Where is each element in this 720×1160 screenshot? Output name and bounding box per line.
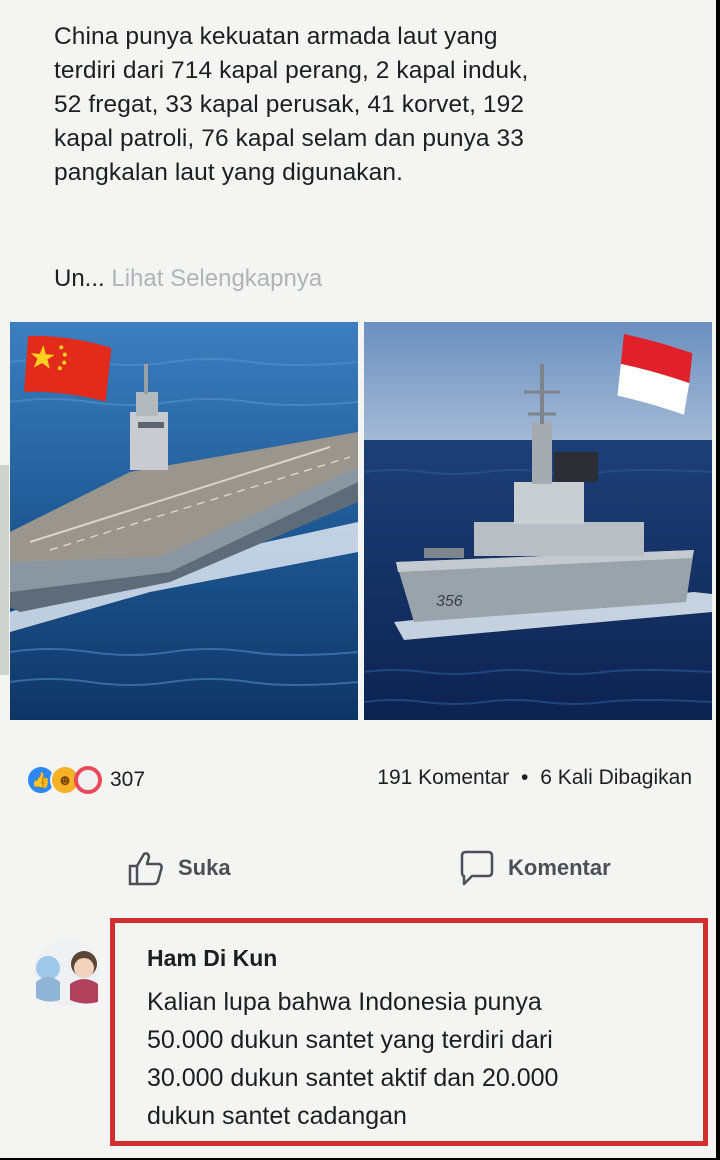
thumbs-up-icon — [128, 852, 163, 886]
speech-bubble-icon — [460, 850, 494, 886]
like-label: Suka — [178, 855, 231, 880]
comment-text-line: 30.000 dukun santet aktif dan 20.000 — [147, 1064, 559, 1092]
truncated-text: Un... — [54, 265, 105, 292]
post-text-line: kapal patroli, 76 kapal selam dan punya … — [54, 125, 525, 152]
photo-frigate[interactable]: 356 — [364, 322, 712, 720]
post-text-line: pangkalan laut yang digunakan. — [54, 159, 404, 186]
comment-button[interactable]: Komentar — [456, 846, 611, 890]
post-text-line: China punya kekuatan armada laut yang — [54, 23, 498, 50]
comment-text-line: 50.000 dukun santet yang terdiri dari — [147, 1026, 553, 1054]
like-button[interactable]: Suka — [126, 846, 231, 890]
separator-dot: • — [521, 766, 529, 789]
frigate-image: 356 — [364, 322, 712, 720]
comment-text: Kalian lupa bahwa Indonesia punya 50.000… — [147, 983, 687, 1135]
share-count-link[interactable]: 6 Kali Dibagikan — [540, 766, 692, 789]
post-text-line: 52 fregat, 33 kapal perusak, 41 korvet, … — [54, 91, 525, 118]
facebook-post-screen: China punya kekuatan armada laut yang te… — [0, 0, 716, 1158]
reaction-count: 307 — [110, 768, 146, 791]
comment-count-link[interactable]: 191 Komentar — [377, 766, 509, 789]
reactions-summary[interactable]: 👍 ☻ 307 — [26, 764, 145, 796]
comment-text-line: dukun santet cadangan — [147, 1102, 407, 1130]
post-text-line: terdiri dari 714 kapal perang, 2 kapal i… — [54, 57, 529, 84]
aircraft-carrier-image — [10, 322, 358, 720]
see-more-link[interactable]: Lihat Selengkapnya — [111, 265, 322, 292]
see-more-row: Un... Lihat Selengkapnya — [54, 262, 322, 296]
comment-label: Komentar — [508, 855, 611, 880]
engagement-stats: 191 Komentar • 6 Kali Dibagikan — [377, 766, 692, 790]
avatar[interactable] — [26, 938, 108, 1008]
post-text: China punya kekuatan armada laut yang te… — [54, 20, 674, 190]
comment-author[interactable]: Ham Di Kun — [147, 945, 277, 972]
avatar-image — [34, 940, 100, 1006]
comment-text-line: Kalian lupa bahwa Indonesia punya — [147, 988, 542, 1016]
highlighted-comment: Ham Di Kun Kalian lupa bahwa Indonesia p… — [110, 918, 708, 1146]
hull-number: 356 — [436, 593, 463, 610]
love-icon — [74, 766, 102, 794]
edge-strip — [0, 465, 9, 675]
photo-aircraft-carrier[interactable] — [10, 322, 358, 720]
